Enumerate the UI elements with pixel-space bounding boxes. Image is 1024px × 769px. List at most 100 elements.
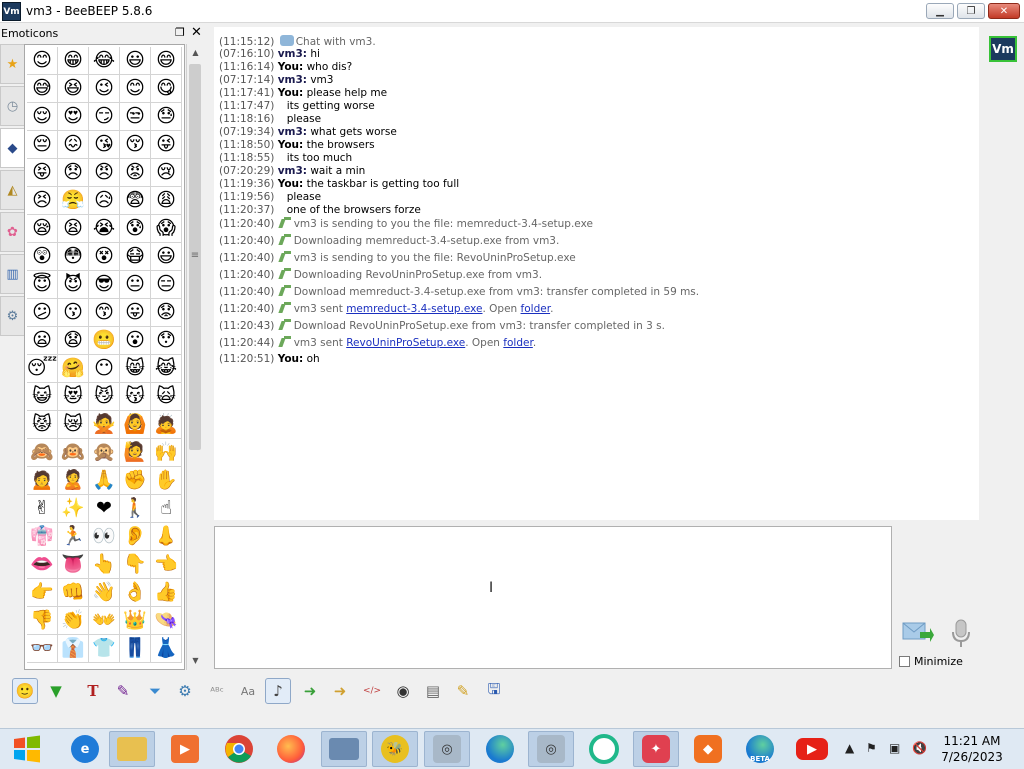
emoticon-item[interactable]: 😊 xyxy=(27,47,58,75)
emoticon-item[interactable]: 😨 xyxy=(120,187,151,215)
taskbar-opera[interactable] xyxy=(581,731,627,767)
emoticon-item[interactable]: 👎 xyxy=(27,607,58,635)
taskbar-firefox[interactable] xyxy=(268,731,314,767)
show-hidden-icons[interactable]: ▲ xyxy=(845,741,854,755)
flag-icon[interactable]: ⚑ xyxy=(866,741,877,755)
send-file-button[interactable]: ➜ xyxy=(297,678,323,704)
emoticon-item[interactable]: 😜 xyxy=(151,131,182,159)
emoticon-item[interactable]: 😭 xyxy=(89,215,120,243)
emoticon-item[interactable]: 😑 xyxy=(151,271,182,299)
tab-recent[interactable]: ◷ xyxy=(0,86,24,126)
emoticon-item[interactable]: 😠 xyxy=(89,159,120,187)
system-clock[interactable]: 11:21 AM 7/26/2023 xyxy=(936,733,1008,765)
scroll-down-icon[interactable]: ▼ xyxy=(187,652,204,668)
save-button[interactable]: 🖫 xyxy=(481,678,507,704)
emoticon-item[interactable]: 👐 xyxy=(89,607,120,635)
emoticon-item[interactable]: ☝ xyxy=(151,495,182,523)
html-button[interactable]: </> xyxy=(359,678,385,704)
emoticon-item[interactable]: 😏 xyxy=(89,103,120,131)
send-folder-button[interactable]: ➜ xyxy=(327,678,353,704)
emoticon-item[interactable]: 😼 xyxy=(89,383,120,411)
emoticon-item[interactable]: 😸 xyxy=(120,355,151,383)
emoticon-item[interactable]: 😞 xyxy=(58,159,89,187)
emoticon-item[interactable]: 😕 xyxy=(27,299,58,327)
emoticon-item[interactable]: 😢 xyxy=(151,159,182,187)
emoticon-item[interactable]: 😅 xyxy=(27,75,58,103)
emoticon-item[interactable]: 😮 xyxy=(120,327,151,355)
open-folder-link[interactable]: folder xyxy=(503,337,533,349)
emoticon-item[interactable]: 😦 xyxy=(27,327,58,355)
message-input[interactable] xyxy=(214,526,892,669)
emoticon-item[interactable]: 👔 xyxy=(58,635,89,663)
emoticon-item[interactable]: 👗 xyxy=(151,635,182,663)
emoticon-item[interactable]: 👋 xyxy=(89,579,120,607)
emoticon-item[interactable]: 😄 xyxy=(151,47,182,75)
emoticon-item[interactable]: 😉 xyxy=(89,75,120,103)
tab-objects[interactable]: ◭ xyxy=(0,170,24,210)
emoticon-item[interactable]: 🙆 xyxy=(120,411,151,439)
emoticon-item[interactable]: 😌 xyxy=(27,103,58,131)
emoticon-item[interactable]: 👉 xyxy=(27,579,58,607)
emoticon-item[interactable]: 🙌 xyxy=(151,439,182,467)
settings-button[interactable]: ⚙ xyxy=(172,678,198,704)
emoticon-item[interactable]: 😋 xyxy=(151,75,182,103)
screenshot-button[interactable]: ◉ xyxy=(390,678,416,704)
emoticon-item[interactable]: 👕 xyxy=(89,635,120,663)
emoticon-item[interactable]: 👓 xyxy=(27,635,58,663)
emoticon-item[interactable]: 😵 xyxy=(89,243,120,271)
emoticon-item[interactable]: 🙅 xyxy=(89,411,120,439)
emoticon-item[interactable]: 😚 xyxy=(120,131,151,159)
taskbar-installer[interactable]: ◎ xyxy=(424,731,470,767)
font-button[interactable]: ✎ xyxy=(110,678,136,704)
emoticon-item[interactable]: 😥 xyxy=(89,187,120,215)
emoticon-item[interactable]: 😈 xyxy=(58,271,89,299)
close-panel-icon[interactable]: ✕ xyxy=(191,25,202,40)
emoticon-item[interactable]: ✨ xyxy=(58,495,89,523)
emoticon-item[interactable]: 🙈 xyxy=(27,439,58,467)
emoticon-item[interactable]: 😾 xyxy=(27,411,58,439)
emoticon-item[interactable]: 😔 xyxy=(27,131,58,159)
emoticon-item[interactable]: 🙎 xyxy=(58,467,89,495)
text-color-button[interactable]: T xyxy=(80,678,106,704)
scrollbar-thumb[interactable]: ≡ xyxy=(189,64,201,450)
emoticon-item[interactable]: 👍 xyxy=(151,579,182,607)
emoticon-scrollbar[interactable]: ▲ ≡ ▼ xyxy=(186,44,204,670)
emoticon-item[interactable]: ✊ xyxy=(120,467,151,495)
emoticon-item[interactable]: 😙 xyxy=(89,299,120,327)
tab-nature[interactable]: ✿ xyxy=(0,212,24,252)
emoticon-item[interactable]: 😱 xyxy=(151,215,182,243)
emoticon-item[interactable]: 🙀 xyxy=(151,383,182,411)
emoticon-item[interactable]: ✌ xyxy=(27,495,58,523)
emoticon-item[interactable]: 😡 xyxy=(120,159,151,187)
emoticon-item[interactable]: 😇 xyxy=(27,271,58,299)
emoticon-item[interactable]: ❤ xyxy=(89,495,120,523)
taskbar-edge-legacy[interactable]: e xyxy=(62,731,108,767)
emoticon-item[interactable]: 😬 xyxy=(89,327,120,355)
taskbar-chrome[interactable] xyxy=(216,731,262,767)
emoticon-item[interactable]: 🤗 xyxy=(58,355,89,383)
taskbar-remote-desktop[interactable] xyxy=(321,731,367,767)
taskbar-youtube[interactable]: ▶ xyxy=(789,731,835,767)
emoticon-item[interactable]: 🙉 xyxy=(58,439,89,467)
dictionary-button[interactable]: Aa xyxy=(235,678,261,704)
emoticon-item[interactable]: 👀 xyxy=(89,523,120,551)
emoticon-item[interactable]: 😐 xyxy=(120,271,151,299)
emoticon-item[interactable]: 👖 xyxy=(120,635,151,663)
emoticon-item[interactable]: ✋ xyxy=(151,467,182,495)
maximize-window-button[interactable]: ❐ xyxy=(957,3,985,19)
emoticon-item[interactable]: 🚶 xyxy=(120,495,151,523)
file-link[interactable]: RevoUninProSetup.exe xyxy=(346,337,465,349)
close-window-button[interactable]: ✕ xyxy=(988,3,1020,19)
emoticon-button[interactable]: 🙂 xyxy=(12,678,38,704)
bubble-color-button[interactable]: ▼ xyxy=(43,678,69,704)
emoticon-item[interactable]: 👄 xyxy=(27,551,58,579)
emoticon-item[interactable]: 👌 xyxy=(120,579,151,607)
emoticon-item[interactable]: 👃 xyxy=(151,523,182,551)
minimize-window-button[interactable]: ▁ xyxy=(926,3,954,19)
notes-button[interactable]: ✎ xyxy=(450,678,476,704)
emoticon-item[interactable]: 😖 xyxy=(58,131,89,159)
minimize-option[interactable]: Minimize xyxy=(899,655,963,668)
emoticon-item[interactable]: 👂 xyxy=(120,523,151,551)
emoticon-item[interactable]: 😪 xyxy=(27,215,58,243)
emoticon-item[interactable]: 😲 xyxy=(27,243,58,271)
